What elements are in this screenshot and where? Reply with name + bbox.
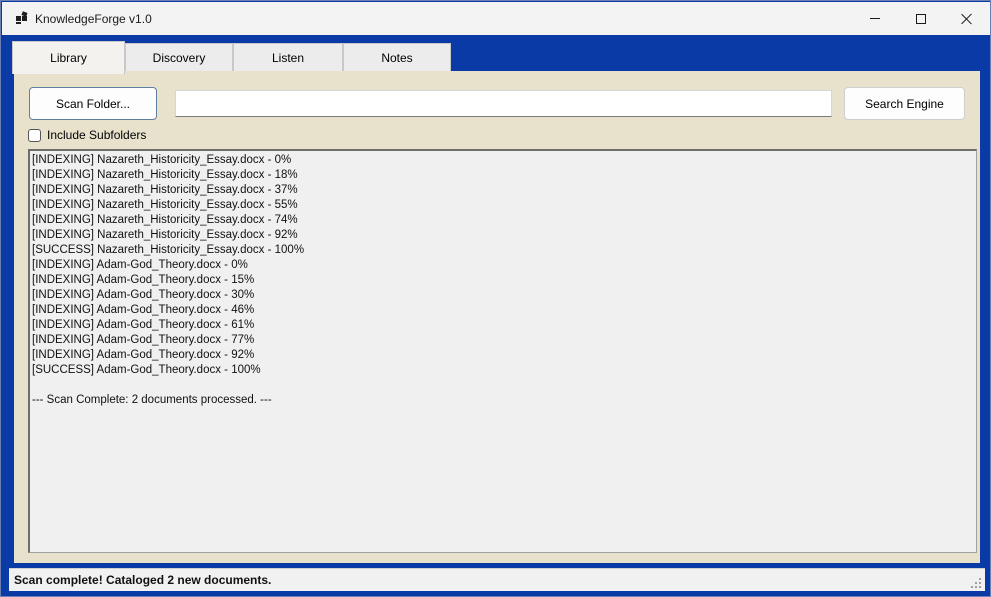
status-text: Scan complete! Cataloged 2 new documents…: [14, 573, 272, 587]
log-line: [INDEXING] Adam-God_Theory.docx - 30%: [32, 289, 255, 301]
maximize-icon: [916, 13, 926, 24]
maximize-button[interactable]: [898, 2, 944, 35]
log-line: --- Scan Complete: 2 documents processed…: [32, 394, 272, 406]
resize-grip-icon[interactable]: [971, 578, 981, 588]
search-engine-button[interactable]: Search Engine: [844, 87, 965, 120]
status-bar: Scan complete! Cataloged 2 new documents…: [9, 568, 985, 591]
minimize-button[interactable]: [852, 2, 898, 35]
log-line: [INDEXING] Nazareth_Historicity_Essay.do…: [32, 199, 298, 211]
include-subfolders-label: Include Subfolders: [47, 128, 147, 142]
log-line: [SUCCESS] Nazareth_Historicity_Essay.doc…: [32, 244, 305, 256]
minimize-icon: [870, 18, 880, 19]
window-title: KnowledgeForge v1.0: [35, 12, 152, 26]
tab-discovery[interactable]: Discovery: [125, 43, 233, 72]
include-subfolders-option[interactable]: Include Subfolders: [28, 128, 146, 142]
close-button[interactable]: [944, 2, 990, 35]
folder-path-input[interactable]: [175, 90, 832, 117]
log-line: [INDEXING] Adam-God_Theory.docx - 15%: [32, 274, 255, 286]
log-line: [INDEXING] Adam-God_Theory.docx - 0%: [32, 259, 248, 271]
log-line: [INDEXING] Adam-God_Theory.docx - 46%: [32, 304, 255, 316]
log-line: [INDEXING] Nazareth_Historicity_Essay.do…: [32, 169, 298, 181]
include-subfolders-checkbox[interactable]: [28, 128, 41, 142]
log-line: [INDEXING] Adam-God_Theory.docx - 61%: [32, 319, 255, 331]
tab-notes[interactable]: Notes: [343, 43, 451, 72]
log-line: [SUCCESS] Adam-God_Theory.docx - 100%: [32, 364, 261, 376]
log-line: [INDEXING] Nazareth_Historicity_Essay.do…: [32, 229, 298, 241]
app-icon: [16, 11, 28, 24]
title-bar[interactable]: KnowledgeForge v1.0: [2, 2, 990, 35]
log-line: [INDEXING] Nazareth_Historicity_Essay.do…: [32, 184, 298, 196]
app-window: KnowledgeForge v1.0 Library Discovery Li…: [0, 0, 991, 597]
log-line: [INDEXING] Adam-God_Theory.docx - 77%: [32, 334, 255, 346]
tab-listen[interactable]: Listen: [233, 43, 343, 72]
tab-library[interactable]: Library: [12, 41, 125, 74]
log-line: [INDEXING] Adam-God_Theory.docx - 92%: [32, 349, 255, 361]
scan-folder-button[interactable]: Scan Folder...: [29, 87, 157, 120]
scan-log-textarea[interactable]: [INDEXING] Nazareth_Historicity_Essay.do…: [28, 149, 977, 553]
close-icon: [961, 13, 973, 25]
library-panel: Scan Folder... Search Engine Include Sub…: [14, 71, 980, 563]
log-line: [INDEXING] Nazareth_Historicity_Essay.do…: [32, 214, 298, 226]
log-line: [INDEXING] Nazareth_Historicity_Essay.do…: [32, 154, 292, 166]
